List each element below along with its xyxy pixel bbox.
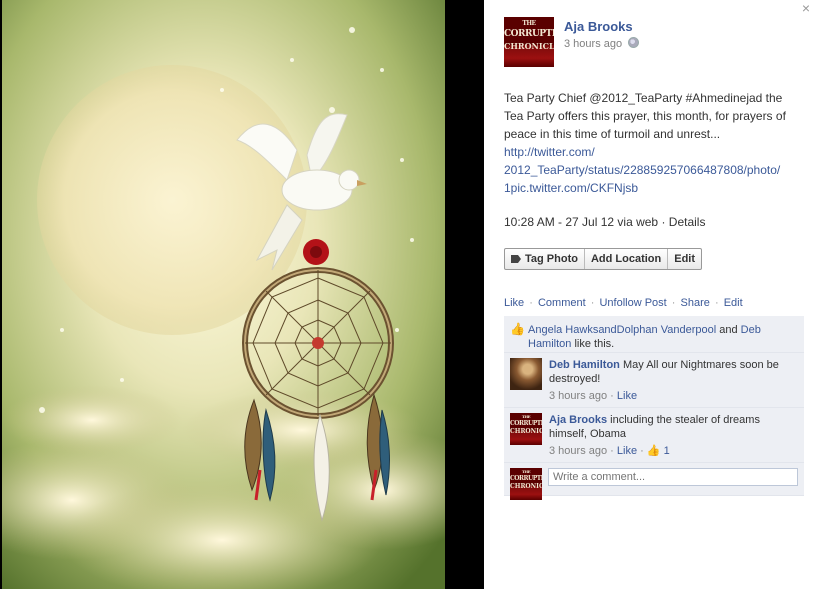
comment-link[interactable]: Comment — [538, 297, 586, 309]
dreamcatcher — [242, 267, 394, 419]
details-link[interactable]: Details — [669, 215, 706, 229]
author-avatar[interactable]: THE CORRUPTION CHRONICLES — [504, 17, 554, 67]
photo-action-buttons: Tag Photo Add Location Edit — [504, 248, 703, 270]
share-link[interactable]: Share — [681, 297, 710, 309]
close-icon[interactable]: × — [800, 1, 812, 15]
feedback-section: 👍 Angela HawksandDolphan Vanderpool and … — [504, 316, 804, 500]
comment-like-link[interactable]: Like — [617, 445, 637, 457]
caption-link[interactable]: http://twitter.com/2012_TeaParty/status/… — [504, 145, 780, 195]
photo-caption: Tea Party Chief @2012_TeaParty #Ahmedine… — [504, 89, 804, 197]
comment-item: Deb Hamilton May All our Nightmares soon… — [504, 353, 804, 408]
thumbs-up-icon: 👍 — [510, 322, 525, 336]
add-location-button[interactable]: Add Location — [585, 249, 669, 269]
like-link[interactable]: Like — [504, 297, 524, 309]
commenter-name[interactable]: Deb Hamilton — [549, 359, 620, 371]
comment-like-link[interactable]: Like — [617, 390, 637, 402]
edit-photo-button[interactable]: Edit — [668, 249, 701, 269]
comment-composer: THE CORRUPTION CHRONICLES — [504, 463, 804, 500]
author-name[interactable]: Aja Brooks — [564, 19, 633, 34]
unfollow-post-link[interactable]: Unfollow Post — [599, 297, 666, 309]
comment-meta: 3 hours ago · Like · 👍 1 — [549, 445, 670, 457]
liker-1[interactable]: Angela HawksandDolphan Vanderpool — [528, 324, 716, 336]
tweet-meta: 10:28 AM - 27 Jul 12 via web · Details — [504, 215, 706, 229]
post-time[interactable]: 3 hours ago — [564, 38, 622, 50]
viewer-avatar: THE CORRUPTION CHRONICLES — [510, 468, 542, 500]
likes-sentence: Angela HawksandDolphan Vanderpool and De… — [528, 324, 761, 350]
comment-input[interactable] — [548, 468, 798, 486]
likes-row: 👍 Angela HawksandDolphan Vanderpool and … — [504, 316, 804, 353]
comment-item: THE CORRUPTION CHRONICLES Aja Brooks inc… — [504, 408, 804, 463]
dreamcatcher-photo[interactable] — [2, 0, 445, 589]
comment-like-count[interactable]: 👍 1 — [647, 445, 670, 457]
post-timestamp: 3 hours ago — [564, 37, 640, 50]
tag-icon — [511, 255, 521, 263]
comment-meta: 3 hours ago · Like — [549, 390, 638, 402]
edit-link[interactable]: Edit — [724, 297, 743, 309]
commenter-avatar[interactable] — [510, 358, 542, 390]
thumbs-up-icon: 👍 — [646, 445, 661, 457]
photo-artwork — [2, 0, 445, 589]
globe-icon[interactable] — [628, 37, 640, 48]
tag-photo-button[interactable]: Tag Photo — [505, 249, 585, 269]
photo-stage — [0, 0, 484, 589]
commenter-name[interactable]: Aja Brooks — [549, 414, 607, 426]
caption-text: Tea Party Chief @2012_TeaParty #Ahmedine… — [504, 91, 786, 141]
commenter-avatar[interactable]: THE CORRUPTION CHRONICLES — [510, 413, 542, 445]
post-actions: Like · Comment · Unfollow Post · Share ·… — [504, 297, 743, 309]
photo-side-panel: × THE CORRUPTION CHRONICLES Aja Brooks 3… — [484, 0, 814, 589]
